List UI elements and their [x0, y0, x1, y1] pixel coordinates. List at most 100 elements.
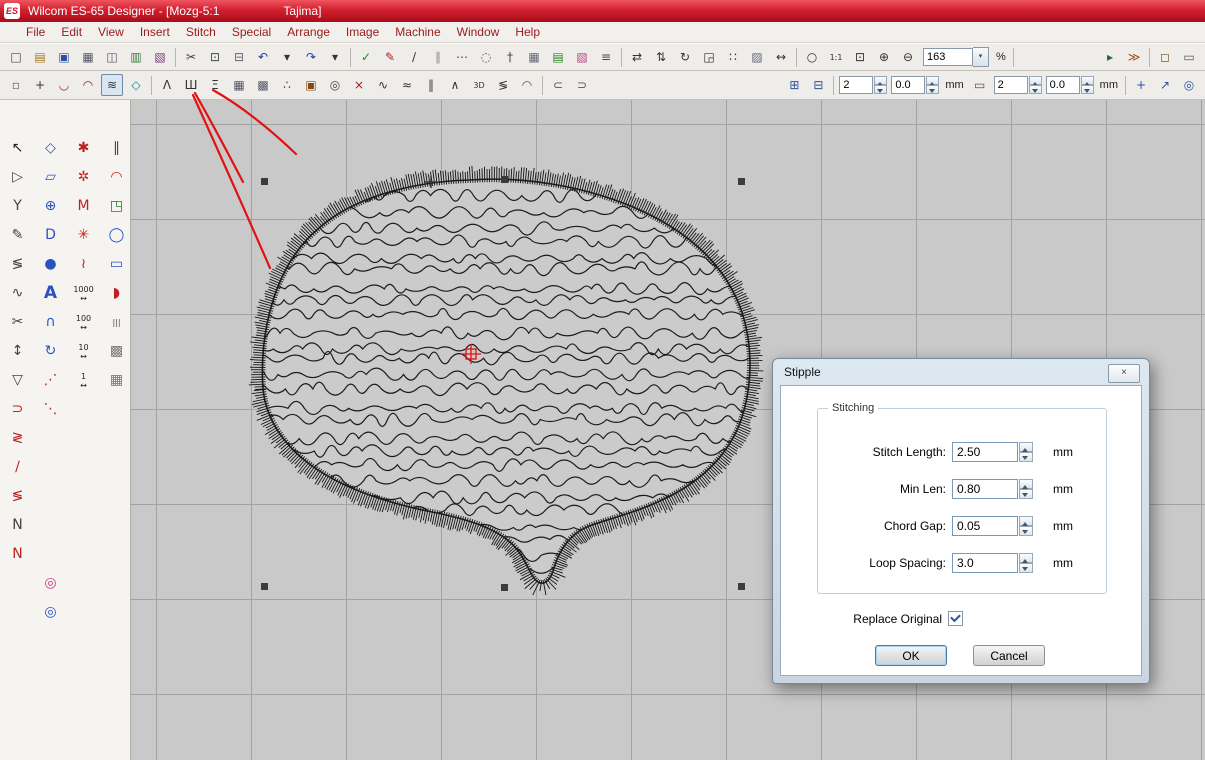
jagged-edge-icon[interactable]: ∧ [444, 74, 466, 96]
dotted-run-tool[interactable]: ⋱ [37, 397, 64, 422]
underlay-count-input[interactable] [994, 76, 1028, 94]
hoop-icon[interactable]: ◻ [1154, 46, 1176, 68]
e-stitch-icon[interactable]: Ш [180, 74, 202, 96]
zigzag-line-tool[interactable]: ≷ [4, 426, 31, 451]
applique-fill-icon[interactable]: ▣ [300, 74, 322, 96]
check-design-icon[interactable]: ✓ [355, 46, 377, 68]
sphere-tool[interactable]: ● [37, 252, 64, 277]
stitch-length-1000-tool[interactable]: 1000 ↔ [70, 281, 97, 306]
spin-down-button[interactable] [1019, 452, 1033, 462]
redo-dropdown-icon[interactable]: ▾ [324, 46, 346, 68]
tatami-fill-icon[interactable]: ▦ [228, 74, 250, 96]
background-icon[interactable]: ▨ [746, 46, 768, 68]
center-design-icon[interactable]: ◎ [1178, 74, 1200, 96]
curve-node-red-tool[interactable]: N [4, 542, 31, 567]
stipple-run-icon[interactable]: ≋ [101, 74, 123, 96]
menu-item-help[interactable]: Help [507, 23, 548, 41]
spin-down-button[interactable] [1081, 85, 1094, 94]
array-icon[interactable]: ∷ [722, 46, 744, 68]
measure-tool[interactable]: ↕ [4, 339, 31, 364]
stipple-stitch-icon[interactable]: ∿ [372, 74, 394, 96]
column-tool[interactable]: ||| [103, 310, 130, 335]
zigzag-run-tool[interactable]: ≶ [4, 252, 31, 277]
zoom-in-icon[interactable]: ⊕ [873, 46, 895, 68]
spin-down-button[interactable] [1019, 563, 1033, 573]
fan-fill-tool[interactable]: ▽ [4, 368, 31, 393]
closed-curve-icon[interactable]: ◠ [77, 74, 99, 96]
ruler-icon[interactable]: ▭ [1178, 46, 1200, 68]
bead-run-tool[interactable]: ✳ [70, 223, 97, 248]
write-to-card-icon[interactable]: ▧ [149, 46, 171, 68]
hatch-fill-tool[interactable]: ∥ [103, 136, 130, 161]
cancel-button[interactable]: Cancel [973, 645, 1045, 666]
undo-icon[interactable]: ↶ [252, 46, 274, 68]
print-icon[interactable]: ▦ [77, 46, 99, 68]
globe-fill-tool[interactable]: ⊕ [37, 194, 64, 219]
print-preview-icon[interactable]: ◫ [101, 46, 123, 68]
spin-down-button[interactable] [874, 85, 887, 94]
undo-dropdown-icon[interactable]: ▾ [276, 46, 298, 68]
feather-edge-icon[interactable]: ≶ [492, 74, 514, 96]
rotate-ccw-tool[interactable]: ↻ [37, 339, 64, 364]
tatami-grid-icon[interactable]: ▦ [523, 46, 545, 68]
backtrack-tool[interactable]: ∿ [4, 281, 31, 306]
needle-point-icon[interactable]: † [499, 46, 521, 68]
pan-icon[interactable]: + [1130, 74, 1152, 96]
texture-swatch-tool[interactable]: ▩ [103, 339, 130, 364]
export-machine-file-icon[interactable]: ▥ [125, 46, 147, 68]
zoom-dropdown-button[interactable]: ▾ [973, 47, 989, 67]
spin-up-button[interactable] [874, 76, 887, 85]
spin-down-button[interactable] [1019, 526, 1033, 536]
design-properties-icon[interactable]: ≡ [595, 46, 617, 68]
spin-up-button[interactable] [1081, 76, 1094, 85]
pattern-fill-icon[interactable]: ▩ [252, 74, 274, 96]
open-design-icon[interactable]: ▤ [29, 46, 51, 68]
spin-down-button[interactable] [926, 85, 939, 94]
stitch-length-10-tool[interactable]: 10 ↔ [70, 339, 97, 364]
trapunto-icon[interactable]: ◠ [516, 74, 538, 96]
close-button[interactable]: × [1108, 364, 1140, 383]
motif-run-icon[interactable]: ⋯ [451, 46, 473, 68]
stitch-angle-tool[interactable]: ⋰ [37, 368, 64, 393]
spin-up-button[interactable] [1019, 516, 1033, 526]
spin-down-button[interactable] [1019, 489, 1033, 499]
polygon-select-tool[interactable]: ▷ [4, 165, 31, 190]
menu-item-edit[interactable]: Edit [53, 23, 90, 41]
cross-stitch-icon[interactable]: × [348, 74, 370, 96]
menu-item-window[interactable]: Window [449, 23, 508, 41]
triple-run-tool[interactable]: M [70, 194, 97, 219]
ellipse-tool[interactable]: ◯ [103, 223, 130, 248]
spin-down-button[interactable] [1029, 85, 1042, 94]
copy-icon[interactable]: ⊡ [204, 46, 226, 68]
stitch-length-input[interactable] [952, 442, 1018, 462]
spin-up-button[interactable] [1019, 553, 1033, 563]
loop-spacing-input[interactable] [952, 553, 1018, 573]
snap-grid-icon[interactable]: ⊟ [807, 74, 829, 96]
redo-icon[interactable]: ↷ [300, 46, 322, 68]
save-design-icon[interactable]: ▣ [53, 46, 75, 68]
zoom-box-icon[interactable]: ⊡ [849, 46, 871, 68]
run-line-icon[interactable]: ∕ [403, 46, 425, 68]
menu-item-insert[interactable]: Insert [132, 23, 178, 41]
menu-item-stitch[interactable]: Stitch [178, 23, 224, 41]
zoom-level-input[interactable] [923, 48, 973, 66]
ok-button[interactable]: OK [875, 645, 947, 666]
pattern-swatch-tool[interactable]: ▦ [103, 368, 130, 393]
lettering-tool[interactable]: A [37, 281, 64, 306]
flower-fill-tool[interactable]: ✲ [70, 165, 97, 190]
slow-redraw-icon[interactable]: ≫ [1123, 46, 1145, 68]
reshape-tool[interactable]: ◇ [37, 136, 64, 161]
zoom-1to1-icon[interactable]: 1:1 [825, 46, 847, 68]
block-digitize-tool[interactable]: ▱ [37, 165, 64, 190]
motif-fill-icon[interactable]: ∴ [276, 74, 298, 96]
menu-item-machine[interactable]: Machine [387, 23, 448, 41]
move-design-icon[interactable]: ↗ [1154, 74, 1176, 96]
zigzag-stitch-icon[interactable]: Λ [156, 74, 178, 96]
branch-select-tool[interactable]: Y [4, 194, 31, 219]
pull-comp-width-input[interactable] [839, 76, 873, 94]
replace-original-checkbox[interactable] [948, 611, 963, 626]
target-end-tool[interactable]: ◎ [37, 600, 64, 625]
color-film-icon[interactable]: ▤ [547, 46, 569, 68]
column-stitch-icon[interactable]: ‖ [420, 74, 442, 96]
horseshoe-tool[interactable]: ⊃ [4, 397, 31, 422]
